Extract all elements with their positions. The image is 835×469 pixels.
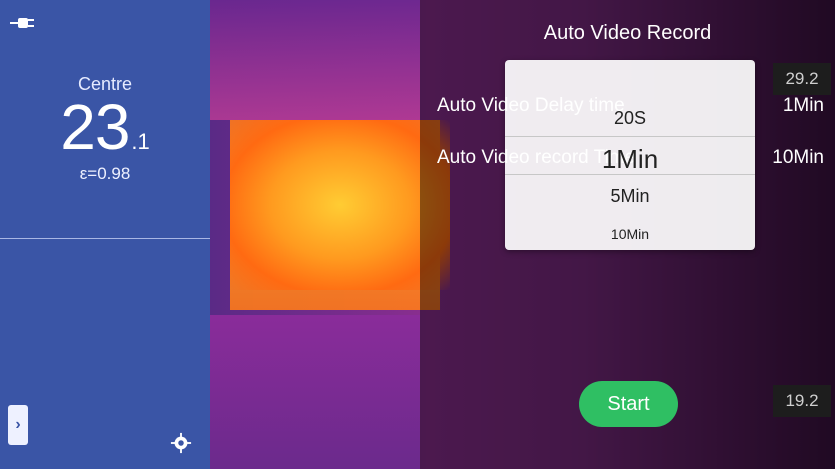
- picker-option-10min[interactable]: 10Min: [505, 226, 755, 242]
- record-time-value[interactable]: 10Min: [772, 147, 824, 169]
- delay-time-value[interactable]: 1Min: [783, 95, 824, 117]
- panel-divider: [0, 238, 210, 239]
- expand-panel-button[interactable]: ›: [8, 405, 28, 445]
- thermal-bottom-band: [210, 315, 420, 469]
- temperature-readout: 23.1: [0, 90, 210, 164]
- time-picker[interactable]: 20S 1Min 5Min 10Min: [505, 60, 755, 250]
- picker-option-20s[interactable]: 20S: [505, 108, 755, 129]
- picker-separator-bottom: [505, 174, 755, 175]
- thermal-hot-glow: [230, 120, 450, 290]
- emissivity-label: ε=0.98: [79, 164, 131, 183]
- picker-option-1min[interactable]: 1Min: [505, 144, 755, 175]
- temperature-integer: 23: [60, 91, 130, 163]
- picker-separator-top: [505, 136, 755, 137]
- plug-icon: [10, 18, 34, 28]
- start-button[interactable]: Start: [579, 381, 678, 427]
- temperature-decimal: .1: [131, 129, 150, 154]
- dialog-title: Auto Video Record: [543, 22, 712, 44]
- scale-max-label: 29.2: [773, 63, 831, 95]
- thermal-top-band: [210, 0, 420, 120]
- chevron-right-icon: ›: [15, 416, 21, 433]
- gear-icon[interactable]: [170, 432, 192, 454]
- picker-option-5min[interactable]: 5Min: [505, 186, 755, 207]
- scale-min-label: 19.2: [773, 385, 831, 417]
- left-panel: Centre 23.1 ε=0.98 ›: [0, 0, 210, 469]
